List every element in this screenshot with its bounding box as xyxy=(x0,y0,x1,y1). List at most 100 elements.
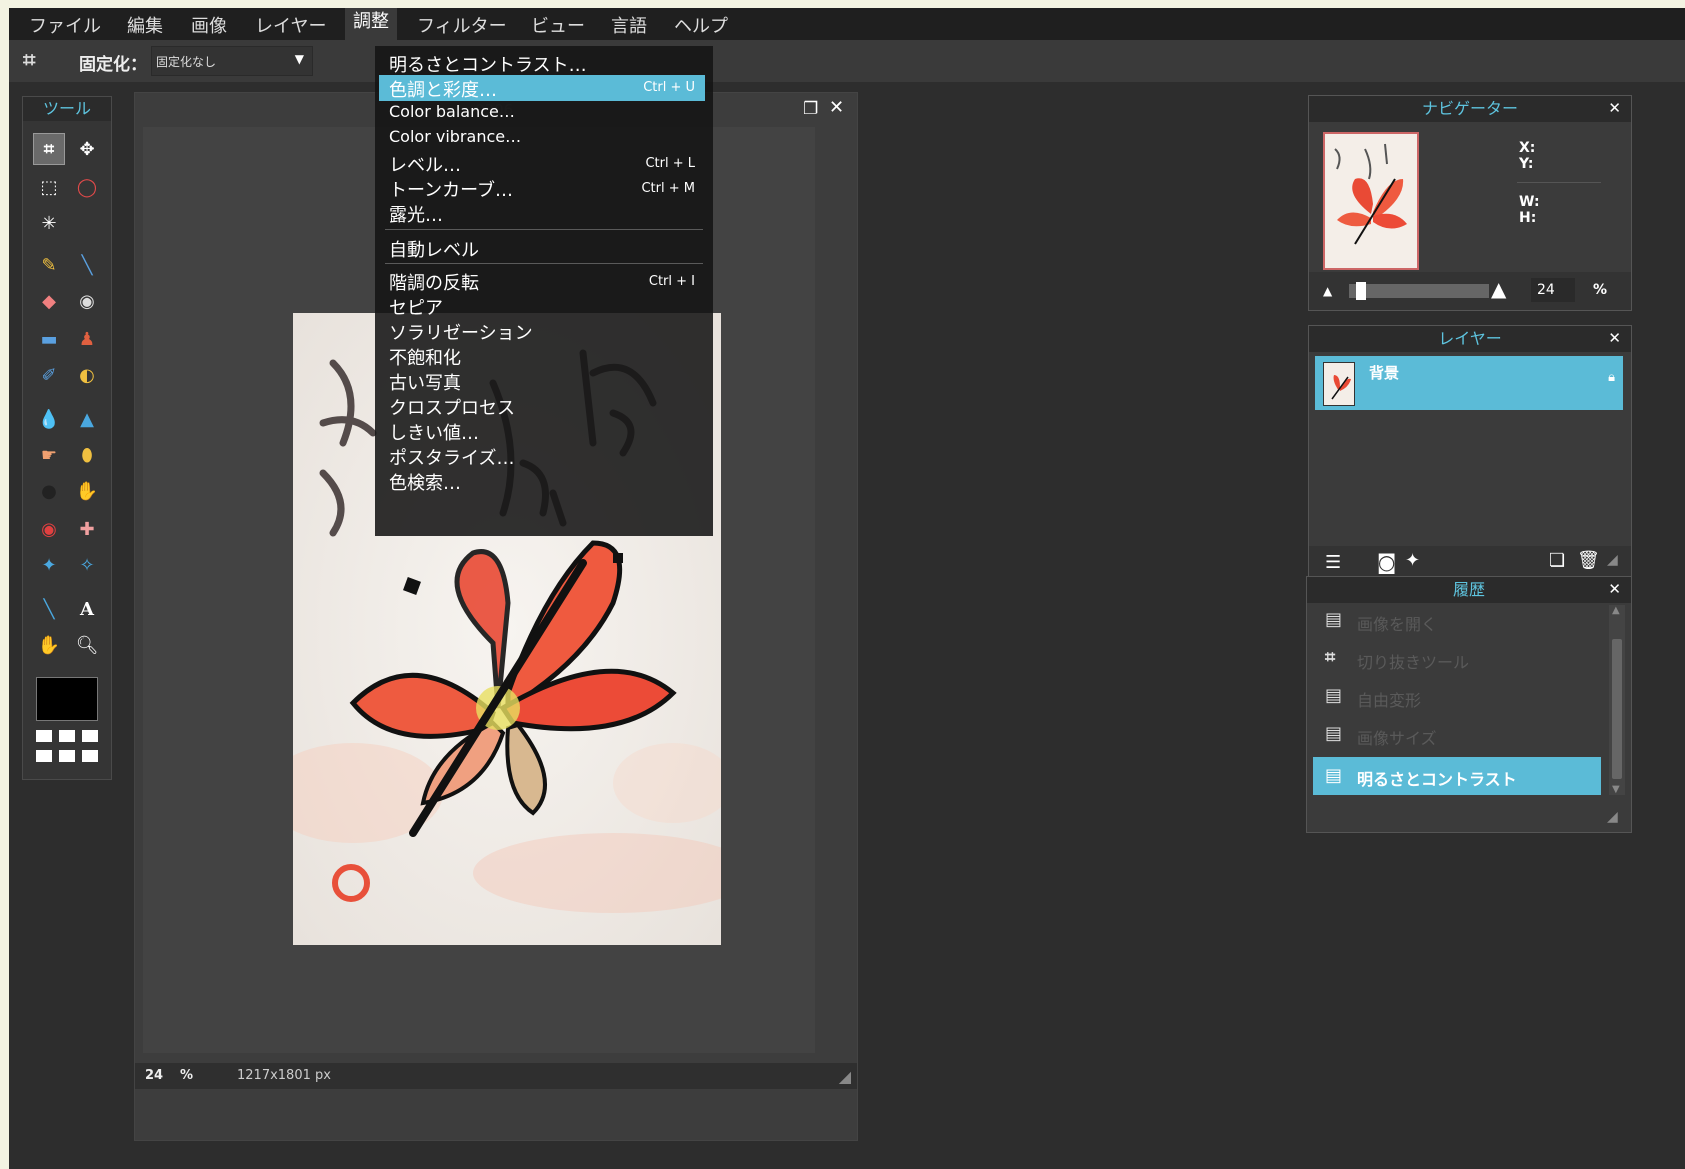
menu-item-desaturate[interactable]: 不飽和化 xyxy=(389,344,461,370)
eraser-icon[interactable]: ◆ xyxy=(37,289,61,313)
color-picker-icon[interactable]: ╲ xyxy=(37,597,61,621)
menu-item-exposure[interactable]: 露光… xyxy=(389,201,443,227)
resize-grip-icon[interactable]: ◢ xyxy=(1607,552,1618,568)
menu-item-levels[interactable]: レベル… xyxy=(389,151,461,177)
pinch-icon[interactable]: ✧ xyxy=(75,553,99,577)
menu-item-auto-levels[interactable]: 自動レベル xyxy=(389,236,479,262)
menu-item-invert[interactable]: 階調の反転 xyxy=(389,269,479,295)
navigator-zoom-value[interactable]: 24 xyxy=(1531,278,1575,302)
sharpen-icon[interactable]: ▲ xyxy=(75,407,99,431)
menu-item-posterize[interactable]: ポスタライズ… xyxy=(389,444,514,470)
layer-mask-icon[interactable]: ◙ xyxy=(1377,550,1396,574)
new-layer-icon[interactable]: ❏ xyxy=(1549,550,1565,571)
menu-item-curves[interactable]: トーンカーブ… xyxy=(389,176,513,202)
w-label: W: xyxy=(1519,194,1540,210)
swatch-grid-icon[interactable] xyxy=(36,730,98,764)
scroll-thumb[interactable] xyxy=(1612,639,1622,779)
x-label: X: xyxy=(1519,140,1536,156)
menu-item-color-balance[interactable]: Color balance… xyxy=(389,102,515,121)
menu-item-old-photo[interactable]: 古い写真 xyxy=(389,369,461,395)
menu-view[interactable]: ビュー xyxy=(531,12,585,38)
menu-edit[interactable]: 編集 xyxy=(127,12,163,38)
burn-icon[interactable]: ✋ xyxy=(75,479,99,503)
history-scrollbar[interactable]: ▲ ▼ xyxy=(1609,605,1625,795)
scroll-up-icon[interactable]: ▲ xyxy=(1612,605,1620,616)
layer-effects-icon[interactable]: ✦ xyxy=(1405,550,1420,571)
smudge-icon[interactable]: ☛ xyxy=(37,443,61,467)
history-item[interactable]: ▤ 画像を開く xyxy=(1313,605,1609,639)
paint-bucket-icon[interactable]: ◉ xyxy=(75,289,99,313)
menu-item-color-lookup[interactable]: 色検索… xyxy=(389,469,461,495)
brush-icon[interactable]: ╲ xyxy=(75,253,99,277)
menu-item-sepia[interactable]: セピア xyxy=(389,294,443,320)
pencil-icon[interactable]: ✎ xyxy=(37,253,61,277)
zoom-in-icon[interactable]: ▲ xyxy=(1491,277,1506,301)
constrain-select-value: 固定化なし xyxy=(156,55,217,69)
navigator-thumbnail[interactable] xyxy=(1323,132,1419,270)
zoom-icon[interactable]: 🔍︎ xyxy=(75,633,99,657)
gradient-icon[interactable]: ▬ xyxy=(37,327,61,351)
drawing-icon[interactable]: ◐ xyxy=(75,363,99,387)
restore-icon[interactable]: ❐ xyxy=(803,99,818,119)
menu-item-threshold[interactable]: しきい値… xyxy=(389,419,479,445)
tools-panel-title: ツール xyxy=(23,97,111,121)
menu-item-solarize[interactable]: ソラリゼーション xyxy=(389,319,533,345)
menu-filter[interactable]: フィルター xyxy=(417,12,507,38)
close-icon[interactable]: ✕ xyxy=(829,97,844,118)
resize-grip-icon[interactable]: ◢ xyxy=(1607,809,1618,825)
layer-row[interactable]: 背景 🔒︎ xyxy=(1315,356,1623,410)
document-icon: ▤ xyxy=(1325,723,1343,744)
zoom-value[interactable]: 24 xyxy=(145,1068,163,1083)
menu-item-cross-process[interactable]: クロスプロセス xyxy=(389,394,515,420)
thumbnail-leaf xyxy=(1334,143,1407,245)
history-list: ▤ 画像を開く ⌗ 切り抜きツール ▤ 自由変形 ▤ 画像サイズ xyxy=(1313,605,1609,777)
type-icon[interactable]: A xyxy=(75,597,99,621)
constrain-select[interactable]: 固定化なし ▼ xyxy=(151,46,313,76)
history-item[interactable]: ▤ 自由変形 xyxy=(1313,681,1609,715)
color-replace-icon[interactable]: ✐ xyxy=(37,363,61,387)
chevron-down-icon: ▼ xyxy=(294,52,304,66)
lasso-icon[interactable]: ◯ xyxy=(75,175,99,199)
menu-file[interactable]: ファイル xyxy=(29,12,101,38)
menu-adjust[interactable]: 調整 xyxy=(345,8,397,40)
hand-icon[interactable]: ✋ xyxy=(37,633,61,657)
close-icon[interactable]: ✕ xyxy=(1608,580,1621,598)
move-icon[interactable]: ✥ xyxy=(75,137,99,161)
spot-heal-icon[interactable]: ✚ xyxy=(75,517,99,541)
blur-icon[interactable]: 💧 xyxy=(37,407,61,431)
history-item[interactable]: ⌗ 切り抜きツール xyxy=(1313,643,1609,677)
menu-language[interactable]: 言語 xyxy=(611,12,647,38)
zoom-slider-handle[interactable] xyxy=(1356,282,1366,300)
marquee-icon[interactable]: ⬚ xyxy=(37,175,61,199)
history-item-active[interactable]: ▤ 明るさとコントラスト xyxy=(1313,757,1601,795)
history-item-label: 画像サイズ xyxy=(1357,729,1437,748)
zoom-slider[interactable] xyxy=(1349,282,1489,300)
foreground-color-swatch[interactable] xyxy=(36,677,98,721)
bloat-icon[interactable]: ✦ xyxy=(37,553,61,577)
menu-help[interactable]: ヘルプ xyxy=(674,12,728,38)
dodge-icon[interactable]: ● xyxy=(37,479,61,503)
document-statusbar: 24 % 1217x1801 px ◢ xyxy=(135,1063,857,1089)
menu-image[interactable]: 画像 xyxy=(191,12,227,38)
sponge-icon[interactable]: ⬮ xyxy=(75,443,99,467)
history-title: 履歴 xyxy=(1307,577,1631,603)
scroll-down-icon[interactable]: ▼ xyxy=(1612,784,1620,795)
menu-separator xyxy=(385,229,703,230)
zoom-out-icon[interactable]: ▲ xyxy=(1323,284,1332,298)
menu-item-brightness-contrast[interactable]: 明るさとコントラスト… xyxy=(389,51,587,77)
photo-editor-app: ファイル 編集 画像 レイヤー 調整 フィルター ビュー 言語 ヘルプ ⌗ 固定… xyxy=(9,8,1685,1169)
layer-settings-icon[interactable]: ☰ xyxy=(1325,552,1341,573)
red-eye-icon[interactable]: ◉ xyxy=(37,517,61,541)
menu-item-hue-saturation[interactable]: 色調と彩度… xyxy=(389,76,497,102)
resize-grip-icon[interactable]: ◢ xyxy=(839,1067,851,1086)
tools-panel: ツール ⌗ ✥ ⬚ ◯ ✳ ✎ ╲ ◆ ◉ ▬ ♟ ✐ ◐ 💧 ▲ ☛ ⬮ ● … xyxy=(22,96,112,780)
menu-layer[interactable]: レイヤー xyxy=(255,12,326,38)
menu-item-color-vibrance[interactable]: Color vibrance… xyxy=(389,127,521,146)
trash-icon[interactable]: 🗑︎ xyxy=(1577,550,1600,571)
shortcut-hue-saturation: Ctrl + U xyxy=(643,80,695,95)
magic-wand-icon[interactable]: ✳ xyxy=(37,211,61,235)
history-item[interactable]: ▤ 画像サイズ xyxy=(1313,719,1609,753)
close-icon[interactable]: ✕ xyxy=(1608,99,1621,117)
close-icon[interactable]: ✕ xyxy=(1608,329,1621,347)
clone-stamp-icon[interactable]: ♟ xyxy=(75,327,99,351)
